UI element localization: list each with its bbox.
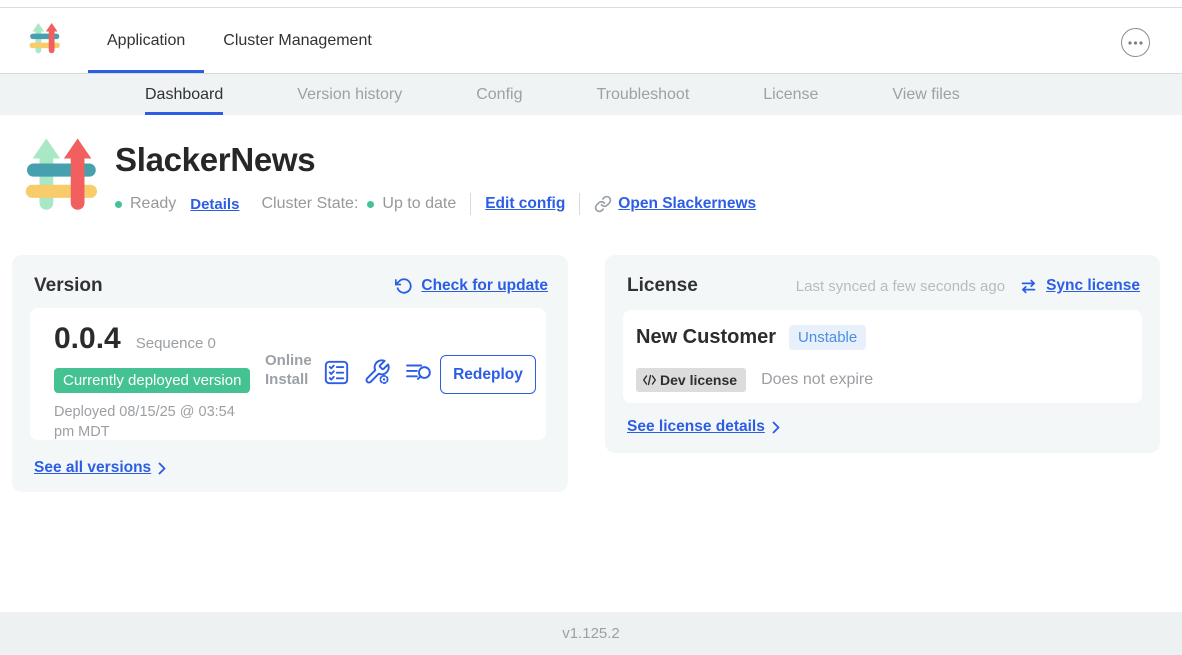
customer-name: New Customer xyxy=(636,326,776,349)
divider xyxy=(579,193,580,215)
sync-license-label[interactable]: Sync license xyxy=(1046,277,1140,295)
version-number: 0.0.4 xyxy=(54,322,121,356)
tab-application[interactable]: Application xyxy=(88,8,204,73)
console-version-label: v1.125.2 xyxy=(562,625,620,642)
license-card-title: License xyxy=(627,275,698,297)
open-app-link-label: Open Slackernews xyxy=(618,195,756,213)
last-synced-label: Last synced a few seconds ago xyxy=(796,278,1005,295)
subnav-tab-view-files-label: View files xyxy=(892,86,959,104)
subnav-tab-config[interactable]: Config xyxy=(476,74,522,115)
app-status-row: Ready Details Cluster State: Up to date … xyxy=(115,193,756,215)
subnav-tab-dashboard-label: Dashboard xyxy=(145,86,223,104)
header-tabs: Application Cluster Management xyxy=(88,8,391,73)
wrench-gear-icon xyxy=(363,358,391,386)
edit-config-link[interactable]: Edit config xyxy=(485,195,565,213)
subnav-tab-view-files[interactable]: View files xyxy=(892,74,959,115)
cluster-state-value: Up to date xyxy=(382,195,456,213)
redeploy-button[interactable]: Redeploy xyxy=(440,355,536,394)
check-for-update-link[interactable]: Check for update xyxy=(395,277,548,295)
subnav-tab-version-history[interactable]: Version history xyxy=(297,74,402,115)
version-card-title: Version xyxy=(34,275,103,297)
subnav-tab-config-label: Config xyxy=(476,86,522,104)
version-card: Version Check for update 0.0.4 xyxy=(12,255,568,492)
code-brackets-icon xyxy=(642,374,657,386)
app-overview: SlackerNews Ready Details Cluster State:… xyxy=(22,137,756,225)
license-card: License Last synced a few seconds ago Sy… xyxy=(605,255,1160,453)
deployed-timestamp: Deployed 08/15/25 @ 03:54 pm MDT xyxy=(54,403,250,442)
app-status-dot xyxy=(115,201,122,208)
divider xyxy=(470,193,471,215)
chevron-right-icon xyxy=(158,462,166,475)
tab-application-label: Application xyxy=(107,32,185,50)
channel-badge: Unstable xyxy=(789,325,866,350)
app-logo-icon xyxy=(28,22,62,60)
subnav-tab-license-label: License xyxy=(763,86,818,104)
app-subnav: Dashboard Version history Config Trouble… xyxy=(0,73,1182,115)
edit-config-button[interactable] xyxy=(363,358,391,386)
subnav-tab-dashboard[interactable]: Dashboard xyxy=(145,74,223,115)
app-footer: v1.125.2 xyxy=(0,612,1182,655)
dashboard-cards: Version Check for update 0.0.4 xyxy=(12,255,1160,492)
see-license-details-label: See license details xyxy=(627,418,765,436)
version-action-icons xyxy=(323,352,434,392)
subnav-tab-license[interactable]: License xyxy=(763,74,818,115)
subnav-tab-version-history-label: Version history xyxy=(297,86,402,104)
current-version-panel: 0.0.4 Sequence 0 Currently deployed vers… xyxy=(30,308,546,440)
app-logo-large xyxy=(22,137,102,225)
tab-cluster-management[interactable]: Cluster Management xyxy=(204,8,391,73)
ellipsis-icon xyxy=(1128,41,1143,45)
chain-link-icon xyxy=(594,195,612,213)
main-content: SlackerNews Ready Details Cluster State:… xyxy=(0,115,1182,612)
page-title: SlackerNews xyxy=(115,142,756,178)
view-logs-button[interactable] xyxy=(404,359,434,385)
status-details-link[interactable]: Details xyxy=(190,196,239,213)
license-type-badge-label: Dev license xyxy=(660,372,737,388)
admin-console-screen: Application Cluster Management Dashboard… xyxy=(0,0,1182,655)
license-detail-panel: New Customer Unstable Dev license xyxy=(623,310,1142,403)
preflight-checks-button[interactable] xyxy=(323,359,350,386)
license-expiration: Does not expire xyxy=(761,371,873,389)
sync-arrows-icon xyxy=(1019,277,1038,296)
overflow-menu-button[interactable] xyxy=(1121,28,1150,57)
sequence-label: Sequence 0 xyxy=(136,335,216,352)
checklist-icon xyxy=(323,359,350,386)
sync-license-link[interactable] xyxy=(1019,277,1038,296)
tab-cluster-management-label: Cluster Management xyxy=(223,32,372,50)
open-app-link[interactable]: Open Slackernews xyxy=(594,195,756,213)
cluster-state-label: Cluster State: xyxy=(261,195,358,213)
see-all-versions-label: See all versions xyxy=(34,459,151,477)
refresh-icon xyxy=(395,277,413,295)
app-status-label: Ready xyxy=(130,195,176,213)
license-type-badge: Dev license xyxy=(636,368,746,392)
chevron-right-icon xyxy=(772,421,780,434)
subnav-tab-troubleshoot[interactable]: Troubleshoot xyxy=(596,74,689,115)
deployed-status-badge: Currently deployed version xyxy=(54,368,250,393)
install-type-label: Online Install xyxy=(265,352,320,390)
top-divider xyxy=(0,0,1182,8)
lines-magnifier-icon xyxy=(404,359,434,385)
see-license-details-link[interactable]: See license details xyxy=(627,418,780,436)
subnav-tab-troubleshoot-label: Troubleshoot xyxy=(596,86,689,104)
app-header: Application Cluster Management xyxy=(0,8,1182,73)
check-for-update-label: Check for update xyxy=(421,277,548,295)
see-all-versions-link[interactable]: See all versions xyxy=(34,459,166,477)
cluster-state-dot xyxy=(367,201,374,208)
